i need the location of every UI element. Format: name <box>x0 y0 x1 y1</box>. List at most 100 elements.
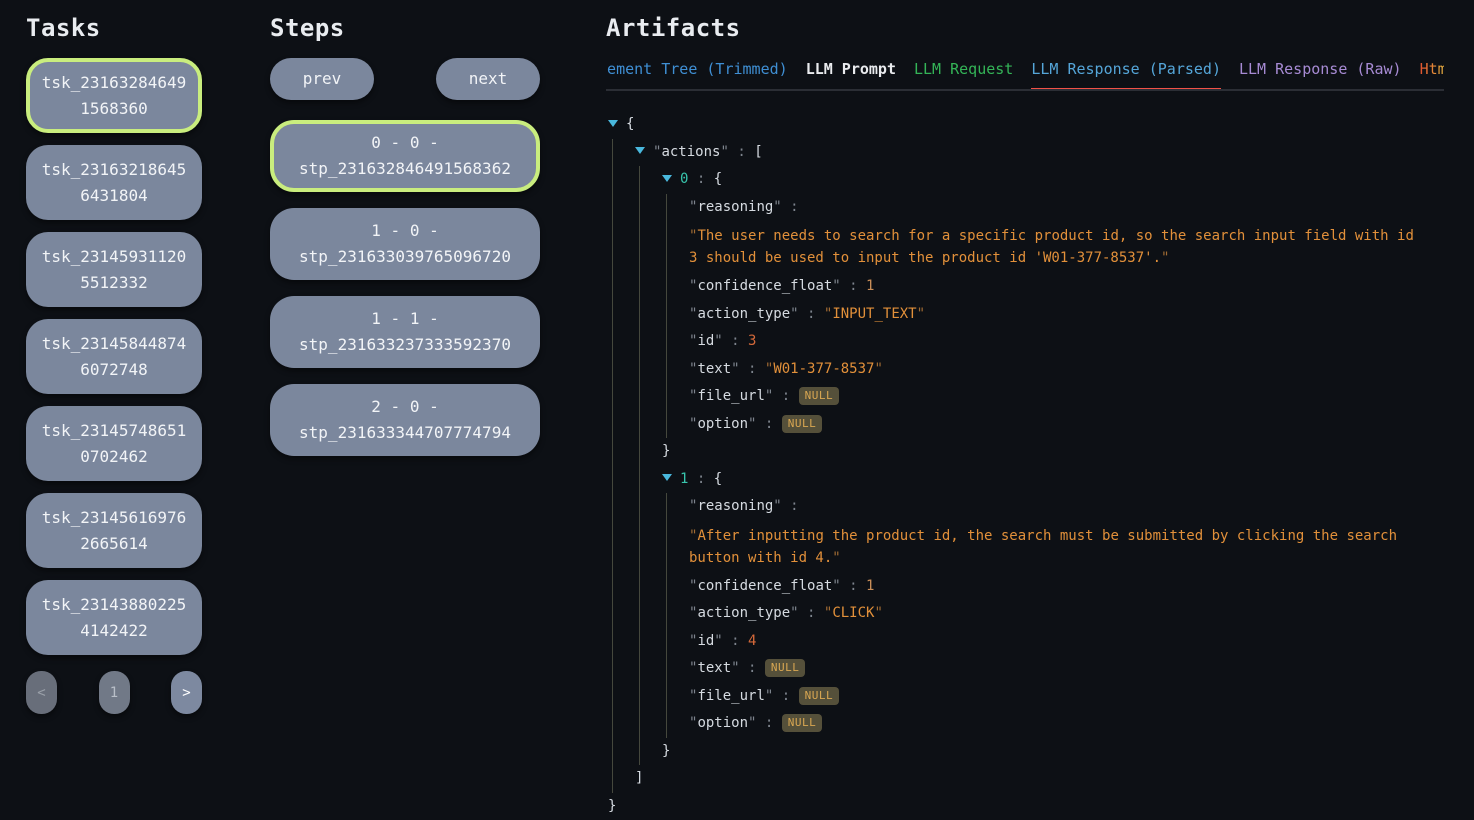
task-item[interactable]: tsk_231456169762665614 <box>26 493 202 568</box>
indent-guide <box>666 383 689 411</box>
tab-llm-response-parsed[interactable]: LLM Response (Parsed) <box>1031 60 1221 91</box>
null-badge: NULL <box>782 714 823 732</box>
json-row: "The user needs to search for a specific… <box>606 221 1451 273</box>
steps-panel: Steps prev next 0 - 0 - stp_231632846491… <box>270 12 540 472</box>
indent-guide <box>639 628 662 656</box>
indent-guide <box>612 683 635 711</box>
indent-guide <box>612 438 635 466</box>
indent-guide <box>612 328 635 356</box>
indent-guide <box>639 710 662 738</box>
indent-guide <box>639 655 662 683</box>
task-item[interactable]: tsk_231438802254142422 <box>26 580 202 655</box>
task-item[interactable]: tsk_231632186456431804 <box>26 145 202 220</box>
indent-guide <box>612 493 635 521</box>
json-row: "text" : NULL <box>606 655 1451 683</box>
json-row: "actions" : [ <box>606 139 1451 167</box>
indent-guide <box>666 655 689 683</box>
json-row: } <box>606 738 1451 766</box>
indent-guide <box>666 573 689 601</box>
indent-guide <box>612 628 635 656</box>
collapse-triangle-icon[interactable] <box>662 175 672 182</box>
indent-guide <box>639 411 662 439</box>
indent-guide <box>639 356 662 384</box>
indent-guide <box>612 166 635 194</box>
json-row: } <box>606 438 1451 466</box>
collapse-triangle-icon[interactable] <box>662 474 672 481</box>
indent-guide <box>639 438 662 466</box>
steps-next-button[interactable]: next <box>436 58 540 100</box>
indent-guide <box>612 411 635 439</box>
json-row: 1 : { <box>606 466 1451 494</box>
artifacts-panel: Artifacts Element Tree (Trimmed)LLM Prom… <box>606 12 1451 820</box>
step-item[interactable]: 0 - 0 - stp_231632846491568362 <box>270 120 540 192</box>
indent-guide <box>666 683 689 711</box>
json-row: "action_type" : "CLICK" <box>606 600 1451 628</box>
task-item[interactable]: tsk_231457486510702462 <box>26 406 202 481</box>
indent-guide <box>666 600 689 628</box>
null-badge: NULL <box>782 415 823 433</box>
indent-guide <box>666 273 689 301</box>
json-tree-viewer: {"actions" : [0 : {"reasoning" : "The us… <box>606 111 1451 820</box>
indent-guide <box>639 166 662 194</box>
indent-guide <box>639 493 662 521</box>
indent-guide <box>612 738 635 766</box>
step-item[interactable]: 1 - 1 - stp_231633237333592370 <box>270 296 540 368</box>
indent-guide <box>639 301 662 329</box>
indent-guide <box>639 383 662 411</box>
indent-guide <box>612 356 635 384</box>
indent-guide <box>612 221 635 273</box>
indent-guide <box>612 273 635 301</box>
tasks-page-number-button[interactable]: 1 <box>99 671 130 714</box>
tasks-page-prev-button[interactable]: < <box>26 671 57 714</box>
indent-guide <box>612 521 635 573</box>
task-item[interactable]: tsk_231632846491568360 <box>26 58 202 133</box>
json-row: "text" : "W01-377-8537" <box>606 356 1451 384</box>
indent-guide <box>612 573 635 601</box>
json-row: "action_type" : "INPUT_TEXT" <box>606 301 1451 329</box>
indent-guide <box>639 521 662 573</box>
task-list: tsk_231632846491568360 tsk_23163218645643… <box>26 58 202 655</box>
indent-guide <box>639 573 662 601</box>
tasks-panel: Tasks tsk_231632846491568360tsk_23163218… <box>26 12 202 714</box>
null-badge: NULL <box>765 659 806 677</box>
steps-prev-button[interactable]: prev <box>270 58 374 100</box>
indent-guide <box>666 221 689 273</box>
task-item[interactable]: tsk_231458448746072748 <box>26 319 202 394</box>
tab-llm-request[interactable]: LLM Request <box>914 60 1013 91</box>
indent-guide <box>639 273 662 301</box>
indent-guide <box>639 683 662 711</box>
tab-llm-response-raw[interactable]: LLM Response (Raw) <box>1239 60 1402 91</box>
indent-guide <box>666 521 689 573</box>
step-list: 0 - 0 - stp_231632846491568362 1 - 0 - st… <box>270 120 540 456</box>
indent-guide <box>666 493 689 521</box>
task-item[interactable]: tsk_231459311205512332 <box>26 232 202 307</box>
indent-guide <box>666 301 689 329</box>
indent-guide <box>612 194 635 222</box>
indent-guide <box>666 710 689 738</box>
json-row: "option" : NULL <box>606 411 1451 439</box>
indent-guide <box>612 600 635 628</box>
indent-guide <box>612 139 635 167</box>
step-item[interactable]: 1 - 0 - stp_231633039765096720 <box>270 208 540 280</box>
indent-guide <box>612 301 635 329</box>
null-badge: NULL <box>799 387 840 405</box>
tasks-page-next-button[interactable]: > <box>171 671 202 714</box>
indent-guide <box>639 466 662 494</box>
collapse-triangle-icon[interactable] <box>635 147 645 154</box>
indent-guide <box>612 466 635 494</box>
json-row: { <box>606 111 1451 139</box>
json-row: "id" : 3 <box>606 328 1451 356</box>
tasks-pagination: < 1 > <box>26 671 202 714</box>
json-row: "file_url" : NULL <box>606 683 1451 711</box>
tab-html-raw[interactable]: Html (Raw) <box>1420 60 1444 91</box>
collapse-triangle-icon[interactable] <box>608 120 618 127</box>
json-row: ] <box>606 765 1451 793</box>
json-row: "option" : NULL <box>606 710 1451 738</box>
step-item[interactable]: 2 - 0 - stp_231633344707774794 <box>270 384 540 456</box>
tab-llm-prompt[interactable]: LLM Prompt <box>806 60 896 91</box>
tab-element-tree-trimmed[interactable]: Element Tree (Trimmed) <box>606 60 788 91</box>
json-row: 0 : { <box>606 166 1451 194</box>
indent-guide <box>612 710 635 738</box>
null-badge: NULL <box>799 687 840 705</box>
json-row: "confidence_float" : 1 <box>606 273 1451 301</box>
